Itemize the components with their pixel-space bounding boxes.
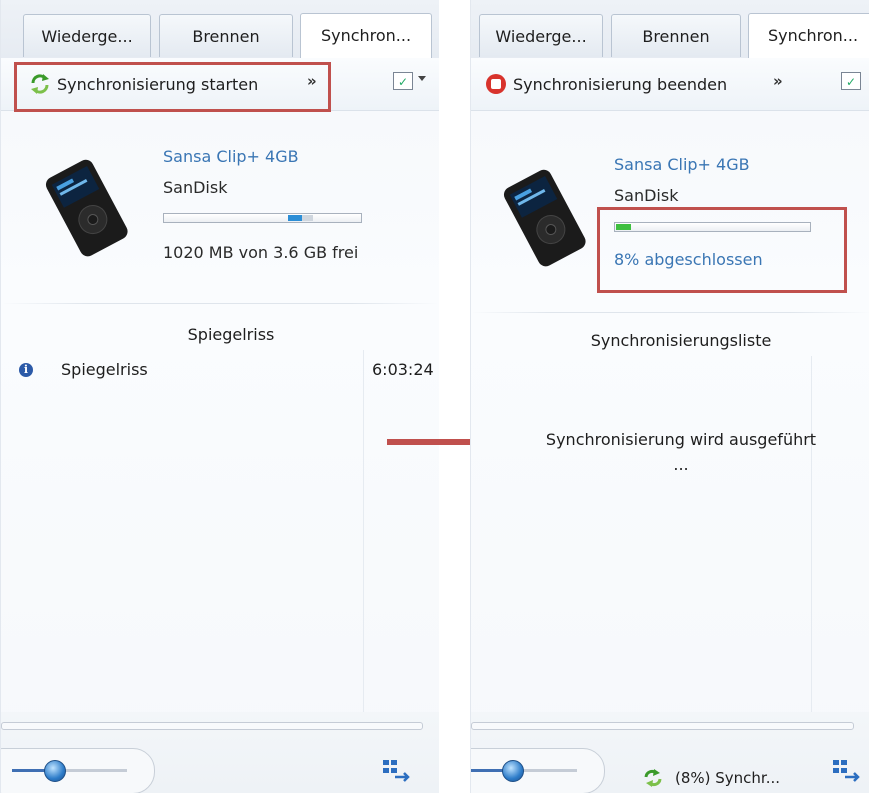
list-options-icon[interactable]: ✓ [841, 72, 861, 90]
stop-sync-button[interactable]: Synchronisierung beenden [485, 70, 727, 98]
tab-sync[interactable]: Synchron... [748, 13, 869, 58]
device-image [503, 169, 586, 267]
more-commands-button[interactable]: » [773, 72, 783, 90]
tab-sync[interactable]: Synchron... [300, 13, 432, 58]
sync-list-icon[interactable] [831, 758, 861, 782]
highlight-progress [597, 207, 847, 293]
list-title: Spiegelriss [187, 325, 275, 344]
volume-knob-icon[interactable] [502, 760, 524, 782]
device-brand: SanDisk [614, 186, 679, 205]
device-brand: SanDisk [163, 178, 228, 197]
tab-burn[interactable]: Brennen [159, 14, 293, 57]
device-image [45, 159, 128, 257]
volume-control [1, 748, 155, 793]
tab-bar: Wiederge... Brennen Synchron... [1, 0, 439, 59]
tab-burn[interactable]: Brennen [611, 14, 741, 57]
list-item-title[interactable]: Spiegelriss [61, 360, 148, 379]
device-name: Sansa Clip+ 4GB [614, 155, 750, 174]
volume-knob-icon[interactable] [44, 760, 66, 782]
sync-busy-text: Synchronisierung wird ausgeführt [545, 430, 817, 449]
sync-list-icon[interactable] [381, 758, 411, 782]
storage-text: 1020 MB von 3.6 GB frei [163, 243, 359, 262]
tab-playback[interactable]: Wiederge... [479, 14, 603, 57]
chevron-down-icon[interactable] [418, 76, 426, 81]
column-divider [363, 350, 364, 712]
column-divider [811, 356, 812, 712]
list-options-icon[interactable]: ✓ [393, 72, 413, 90]
player-controls: (8%) Synchr... [471, 712, 869, 793]
sync-arrows-icon [644, 769, 662, 787]
divider [471, 312, 869, 313]
stop-sync-label: Synchronisierung beenden [513, 74, 728, 94]
sync-panel-before: Wiederge... Brennen Synchron... Synchron… [0, 0, 439, 793]
sync-status-text: (8%) Synchr... [675, 769, 781, 787]
divider [1, 303, 439, 304]
highlight-start-sync [14, 62, 331, 112]
list-item-duration: 6:03:24 [372, 360, 434, 379]
sync-panel-after: Wiederge... Brennen Synchron... Synchron… [470, 0, 869, 793]
seek-bar[interactable] [1, 722, 423, 730]
sync-status-indicator[interactable]: (8%) Synchr... [641, 768, 780, 788]
storage-bar [163, 213, 362, 223]
stop-icon [486, 74, 506, 94]
list-title: Synchronisierungsliste [590, 331, 772, 350]
seek-bar[interactable] [471, 722, 854, 730]
sync-busy-ellipsis: ... [673, 455, 689, 474]
tab-playback[interactable]: Wiederge... [23, 14, 151, 57]
tab-bar: Wiederge... Brennen Synchron... [471, 0, 869, 59]
volume-control [471, 748, 605, 793]
info-icon: i [19, 363, 33, 377]
device-name: Sansa Clip+ 4GB [163, 147, 299, 166]
sync-toolbar: Synchronisierung beenden » ✓ [471, 58, 869, 111]
player-controls [1, 712, 439, 793]
